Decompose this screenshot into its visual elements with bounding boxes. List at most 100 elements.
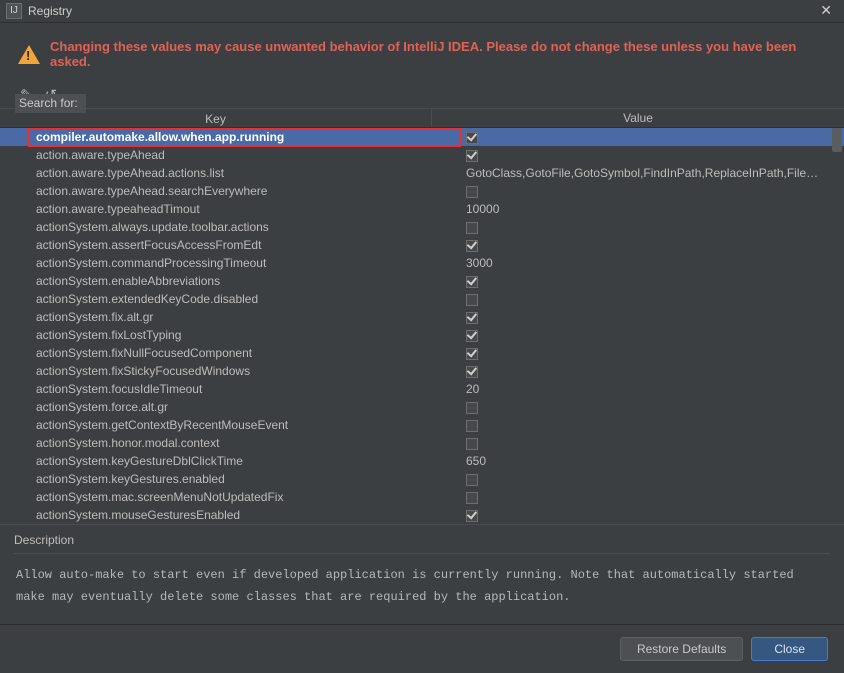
restore-defaults-button[interactable]: Restore Defaults: [620, 637, 743, 661]
value-cell[interactable]: [432, 346, 844, 360]
app-icon: IJ: [6, 3, 22, 19]
table-row[interactable]: actionSystem.fixLostTyping: [0, 326, 844, 344]
dialog-title: Registry: [28, 4, 814, 18]
table-row[interactable]: action.aware.typeAhead.actions.listGotoC…: [0, 164, 844, 182]
key-cell: actionSystem.mac.screenMenuNotUpdatedFix: [0, 490, 432, 504]
key-cell: action.aware.typeaheadTimout: [0, 202, 432, 216]
table-row[interactable]: actionSystem.focusIdleTimeout20: [0, 380, 844, 398]
scrollbar[interactable]: [830, 128, 842, 524]
table-row[interactable]: actionSystem.force.alt.gr: [0, 398, 844, 416]
table-row[interactable]: actionSystem.mouseGesturesEnabled: [0, 506, 844, 524]
warning-banner: Changing these values may cause unwanted…: [0, 23, 844, 86]
scrollbar-thumb[interactable]: [832, 128, 842, 152]
table-row[interactable]: action.aware.typeAhead.searchEverywhere: [0, 182, 844, 200]
key-cell: action.aware.typeAhead.searchEverywhere: [0, 184, 432, 198]
checkbox[interactable]: [466, 492, 478, 504]
description-section: Description Allow auto-make to start eve…: [0, 524, 844, 624]
checkbox[interactable]: [466, 366, 478, 378]
key-cell: actionSystem.fixStickyFocusedWindows: [0, 364, 432, 378]
table-row[interactable]: actionSystem.assertFocusAccessFromEdt: [0, 236, 844, 254]
warning-icon: [18, 45, 40, 64]
checkbox[interactable]: [466, 438, 478, 450]
value-cell[interactable]: [432, 238, 844, 252]
table-row[interactable]: actionSystem.extendedKeyCode.disabled: [0, 290, 844, 308]
key-cell: actionSystem.keyGestureDblClickTime: [0, 454, 432, 468]
key-cell: compiler.automake.allow.when.app.running: [0, 130, 432, 144]
close-icon[interactable]: ✕: [814, 2, 838, 19]
checkbox[interactable]: [466, 420, 478, 432]
checkbox[interactable]: [466, 402, 478, 414]
value-cell[interactable]: 10000: [432, 202, 844, 216]
checkbox[interactable]: [466, 510, 478, 522]
table-row[interactable]: actionSystem.enableAbbreviations: [0, 272, 844, 290]
table-row[interactable]: actionSystem.always.update.toolbar.actio…: [0, 218, 844, 236]
value-cell[interactable]: [432, 418, 844, 432]
description-body: Allow auto-make to start even if develop…: [14, 554, 830, 624]
value-cell[interactable]: 650: [432, 454, 844, 468]
checkbox[interactable]: [466, 150, 478, 162]
checkbox[interactable]: [466, 348, 478, 360]
table-row[interactable]: actionSystem.commandProcessingTimeout300…: [0, 254, 844, 272]
key-cell: action.aware.typeAhead: [0, 148, 432, 162]
value-cell[interactable]: 3000: [432, 256, 844, 270]
key-cell: actionSystem.mouseGesturesEnabled: [0, 508, 432, 522]
table-row[interactable]: actionSystem.fixNullFocusedComponent: [0, 344, 844, 362]
table-row[interactable]: actionSystem.getContextByRecentMouseEven…: [0, 416, 844, 434]
table-row[interactable]: actionSystem.fix.alt.gr: [0, 308, 844, 326]
description-label: Description: [14, 533, 830, 554]
checkbox[interactable]: [466, 474, 478, 486]
checkbox[interactable]: [466, 294, 478, 306]
value-cell[interactable]: 20: [432, 382, 844, 396]
close-button[interactable]: Close: [751, 637, 828, 661]
dialog-footer: Restore Defaults Close: [0, 624, 844, 673]
key-cell: actionSystem.commandProcessingTimeout: [0, 256, 432, 270]
titlebar: IJ Registry ✕: [0, 0, 844, 23]
table-row[interactable]: action.aware.typeAhead: [0, 146, 844, 164]
key-cell: action.aware.typeAhead.actions.list: [0, 166, 432, 180]
value-cell[interactable]: GotoClass,GotoFile,GotoSymbol,FindInPath…: [432, 166, 844, 180]
key-cell: actionSystem.fix.alt.gr: [0, 310, 432, 324]
value-cell[interactable]: [432, 130, 844, 144]
key-cell: actionSystem.focusIdleTimeout: [0, 382, 432, 396]
toolbar: ✎ ↺: [0, 86, 844, 108]
value-cell[interactable]: [432, 472, 844, 486]
value-cell[interactable]: [432, 292, 844, 306]
key-cell: actionSystem.force.alt.gr: [0, 400, 432, 414]
checkbox[interactable]: [466, 312, 478, 324]
key-cell: actionSystem.fixNullFocusedComponent: [0, 346, 432, 360]
key-cell: actionSystem.honor.modal.context: [0, 436, 432, 450]
checkbox[interactable]: [466, 186, 478, 198]
search-label[interactable]: Search for:: [15, 94, 86, 113]
key-cell: actionSystem.assertFocusAccessFromEdt: [0, 238, 432, 252]
checkbox[interactable]: [466, 276, 478, 288]
key-cell: actionSystem.extendedKeyCode.disabled: [0, 292, 432, 306]
table-row[interactable]: actionSystem.keyGestureDblClickTime650: [0, 452, 844, 470]
value-cell[interactable]: [432, 184, 844, 198]
key-cell: actionSystem.getContextByRecentMouseEven…: [0, 418, 432, 432]
value-cell[interactable]: [432, 400, 844, 414]
checkbox[interactable]: [466, 132, 478, 144]
value-cell[interactable]: [432, 508, 844, 522]
column-header-value[interactable]: Value: [432, 108, 844, 128]
table-row[interactable]: actionSystem.fixStickyFocusedWindows: [0, 362, 844, 380]
key-cell: actionSystem.always.update.toolbar.actio…: [0, 220, 432, 234]
value-cell[interactable]: [432, 220, 844, 234]
checkbox[interactable]: [466, 330, 478, 342]
value-cell[interactable]: [432, 274, 844, 288]
value-cell[interactable]: [432, 310, 844, 324]
value-cell[interactable]: [432, 364, 844, 378]
checkbox[interactable]: [466, 240, 478, 252]
key-cell: actionSystem.keyGestures.enabled: [0, 472, 432, 486]
registry-dialog: IJ Registry ✕ Changing these values may …: [0, 0, 844, 673]
value-cell[interactable]: [432, 328, 844, 342]
table-row[interactable]: action.aware.typeaheadTimout10000: [0, 200, 844, 218]
table-body[interactable]: compiler.automake.allow.when.app.running…: [0, 128, 844, 524]
table-row[interactable]: actionSystem.mac.screenMenuNotUpdatedFix: [0, 488, 844, 506]
value-cell[interactable]: [432, 148, 844, 162]
table-row[interactable]: actionSystem.honor.modal.context: [0, 434, 844, 452]
value-cell[interactable]: [432, 490, 844, 504]
table-row[interactable]: actionSystem.keyGestures.enabled: [0, 470, 844, 488]
table-row[interactable]: compiler.automake.allow.when.app.running: [0, 128, 844, 146]
value-cell[interactable]: [432, 436, 844, 450]
checkbox[interactable]: [466, 222, 478, 234]
